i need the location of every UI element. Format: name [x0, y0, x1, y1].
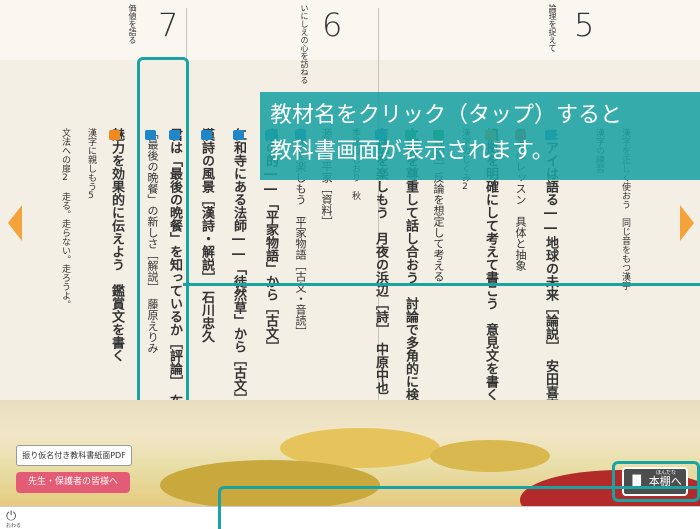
- callout-line-2: 教科書画面が表示されます。: [270, 139, 554, 164]
- highlight-frame: [137, 57, 189, 411]
- writing-lesson-icon: [109, 130, 120, 140]
- unit-7-number: 7: [158, 6, 179, 44]
- hill: [430, 440, 550, 472]
- unit-5-number: 5: [574, 6, 595, 44]
- callout-connector: [183, 283, 700, 286]
- callout-line-1: 教材名をクリック（タップ）すると: [270, 103, 623, 128]
- previous-arrow-icon[interactable]: [8, 205, 22, 241]
- power-label: おわる: [6, 523, 22, 529]
- bookshelf-ruby: ほんだな: [656, 470, 677, 476]
- bottom-highlight-frame: [218, 486, 700, 529]
- unit-6-number: 6: [322, 6, 343, 44]
- unit-5-tag: 論理を捉えて: [548, 4, 557, 52]
- parents-teachers-button[interactable]: 先生・保護者の皆様へ: [16, 472, 130, 493]
- instruction-callout: 教材名をクリック（タップ）すると 教科書画面が表示されます。: [260, 92, 700, 180]
- next-arrow-icon[interactable]: [680, 205, 694, 241]
- furigana-pdf-button[interactable]: 振り仮名付き教科書紙面PDF: [16, 445, 132, 466]
- reading-lesson-icon: [233, 130, 244, 140]
- toc-screen: 価値を語る 7 いにしえの心を訪ねる 6 論理を捉えて 5 文法への扉2 走る。…: [0, 0, 700, 529]
- reading-lesson-icon: [201, 130, 212, 140]
- unit-7-tag: 価値を語る: [128, 4, 137, 44]
- top-band: [0, 0, 700, 60]
